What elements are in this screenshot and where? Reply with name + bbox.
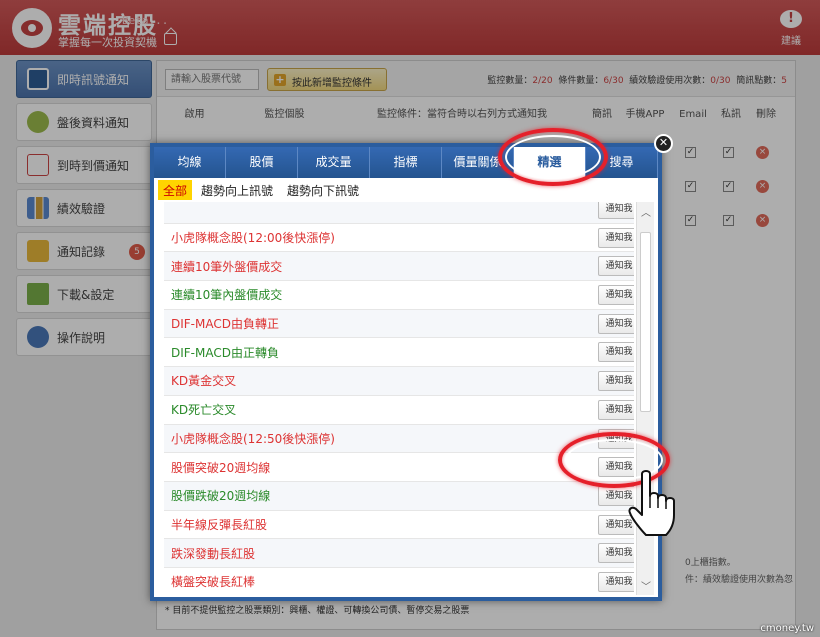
list-item: KD黃金交叉 通知我: [164, 367, 634, 396]
condition-label: 橫盤突破長紅棒: [171, 575, 256, 590]
condition-list: 通知我 小虎隊概念股(12:00後快漲停) 通知我 連續10筆外盤價成交 通知我 連續10…: [164, 202, 634, 595]
condition-label: 跌深發動長紅股: [171, 546, 256, 561]
list-item: 股價跌破20週均線 通知我: [164, 481, 634, 511]
highlight-ring-featured-tab: [498, 128, 608, 186]
condition-label: 連續10筆外盤價成交: [171, 259, 283, 274]
notify-me-button[interactable]: 通知我: [598, 256, 634, 277]
condition-label: DIF-MACD由負轉正: [171, 317, 279, 332]
subtab-downtrend[interactable]: 趨勢向下訊號: [282, 180, 364, 200]
tab-indicator[interactable]: 指標: [370, 147, 442, 178]
list-item: 通知我: [164, 202, 634, 224]
site-watermark: cmoney.tw: [760, 623, 814, 634]
condition-label: 連續10筆內盤價成交: [171, 288, 283, 303]
condition-label: KD黃金交叉: [171, 374, 237, 389]
subtab-uptrend[interactable]: 趨勢向上訊號: [196, 180, 278, 200]
close-icon[interactable]: ✕: [654, 134, 673, 153]
condition-label: 小虎隊概念股(12:00後快漲停): [171, 231, 335, 246]
condition-label: KD死亡交叉: [171, 403, 237, 418]
scroll-up-icon[interactable]: ︿: [641, 204, 651, 219]
list-scrollbar[interactable]: ︿ ﹀: [636, 202, 654, 595]
list-item: 連續10筆外盤價成交 通知我: [164, 252, 634, 282]
list-item: KD死亡交叉 通知我: [164, 396, 634, 425]
subtab-all[interactable]: 全部: [158, 180, 193, 200]
notify-me-button[interactable]: 通知我: [598, 571, 634, 592]
notify-me-button[interactable]: 通知我: [598, 202, 634, 219]
list-item: 小虎隊概念股(12:00後快漲停) 通知我: [164, 224, 634, 253]
condition-picker-modal: 均線 股價 成交量 指標 價量關係 精選 搜尋 全部 趨勢向上訊號 趨勢向下訊號…: [150, 143, 662, 601]
notify-me-button[interactable]: 通知我: [598, 342, 634, 363]
notify-me-button[interactable]: 通知我: [598, 285, 634, 306]
scroll-down-icon[interactable]: ﹀: [641, 578, 651, 593]
list-item: 連續10筆內盤價成交 通知我: [164, 281, 634, 310]
notify-me-button[interactable]: 通知我: [598, 227, 634, 248]
tab-volume[interactable]: 成交量: [298, 147, 370, 178]
tab-price[interactable]: 股價: [226, 147, 298, 178]
list-item: DIF-MACD由負轉正 通知我: [164, 309, 634, 339]
notify-me-button[interactable]: 通知我: [598, 313, 634, 334]
list-item: 半年線反彈長紅股 通知我: [164, 511, 634, 540]
list-item: DIF-MACD由正轉負 通知我: [164, 338, 634, 368]
notify-me-button[interactable]: 通知我: [598, 399, 634, 420]
hand-cursor-icon: [628, 470, 675, 536]
condition-label: DIF-MACD由正轉負: [171, 345, 279, 360]
signal-filter-tabs: 全部 趨勢向上訊號 趨勢向下訊號: [158, 180, 368, 200]
condition-label: 半年線反彈長紅股: [171, 517, 268, 532]
tab-moving-average[interactable]: 均線: [154, 147, 226, 178]
scroll-thumb[interactable]: [640, 232, 651, 412]
notify-me-button[interactable]: 通知我: [598, 543, 634, 564]
list-item: 跌深發動長紅股 通知我: [164, 539, 634, 568]
condition-label: 股價突破20週均線: [171, 460, 271, 475]
condition-label: 股價跌破20週均線: [171, 489, 271, 504]
notify-me-button[interactable]: 通知我: [598, 371, 634, 392]
list-item: 橫盤突破長紅棒 通知我: [164, 568, 634, 595]
condition-label: 小虎隊概念股(12:50後快漲停): [171, 431, 335, 446]
